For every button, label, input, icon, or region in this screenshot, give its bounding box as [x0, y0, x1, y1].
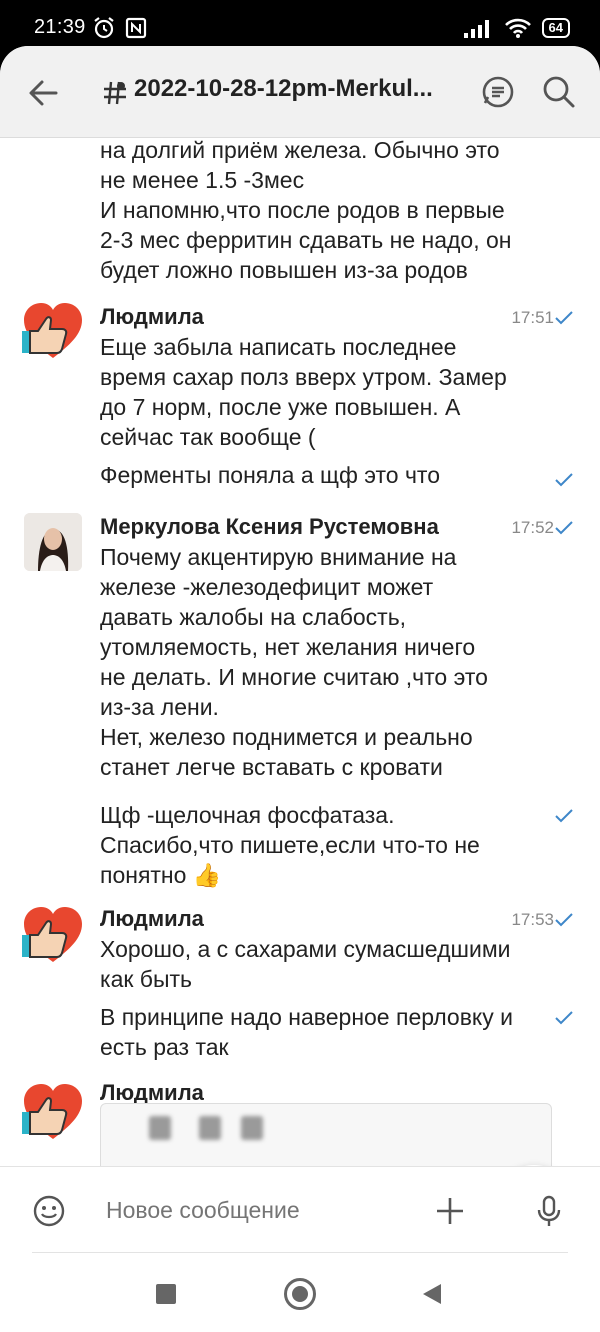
message-time: 17:53: [511, 910, 554, 929]
status-time: 21:39: [34, 16, 86, 38]
back-triangle-icon[interactable]: [420, 1282, 444, 1306]
back-arrow-icon[interactable]: [26, 76, 60, 110]
wifi-icon: [504, 18, 531, 38]
message-composer: [0, 1166, 600, 1256]
user-photo-avatar[interactable]: [24, 513, 82, 571]
android-nav-bar: [0, 1258, 600, 1332]
sent-check-icon: [555, 521, 573, 535]
sent-check-icon: [555, 1011, 573, 1025]
alarm-icon: [94, 17, 114, 39]
heart-thumbs-up-avatar[interactable]: [22, 301, 84, 361]
signal-icon: [463, 20, 489, 38]
sender-name[interactable]: Людмила: [100, 304, 204, 330]
sent-check-icon: [555, 809, 573, 823]
document-icon: [241, 1116, 263, 1140]
chat-screen: 2022-10-28-12pm-Merkul... на долгий приё…: [0, 46, 600, 1332]
blurred-attachment-preview[interactable]: [100, 1103, 552, 1166]
document-icon: [199, 1116, 221, 1140]
sent-check-icon: [555, 473, 573, 487]
home-button[interactable]: [284, 1278, 316, 1310]
channel-hash-icon: [104, 81, 126, 105]
battery-indicator: 64: [541, 18, 570, 38]
home-dot: [292, 1286, 308, 1302]
message-time: 17:51: [511, 308, 554, 327]
add-icon[interactable]: [433, 1194, 467, 1228]
message-text: Почему акцентирую внимание на железе -же…: [100, 544, 488, 780]
message-feed[interactable]: на долгий приём железа. Обычно это не ме…: [0, 138, 600, 1166]
message-text: Ферменты поняла а щф это что: [100, 462, 440, 488]
threads-icon[interactable]: [481, 75, 515, 109]
sent-check-icon: [555, 913, 573, 927]
sender-name[interactable]: Меркулова Ксения Рустемовна: [100, 514, 439, 540]
nfc-icon: [125, 17, 147, 39]
search-icon[interactable]: [542, 75, 576, 109]
message-text: Хорошо, а с сахарами сумасшедшими как бы…: [100, 936, 511, 992]
emoji-icon[interactable]: [32, 1194, 66, 1228]
microphone-icon[interactable]: [532, 1194, 566, 1228]
message-input[interactable]: [106, 1197, 406, 1224]
message-text: В принципе надо наверное перловку и есть…: [100, 1004, 513, 1060]
divider: [32, 1252, 568, 1253]
message-text: на долгий приём железа. Обычно это не ме…: [100, 138, 512, 283]
channel-title[interactable]: 2022-10-28-12pm-Merkul...: [134, 75, 433, 103]
heart-thumbs-up-avatar[interactable]: [22, 905, 84, 965]
sent-check-icon: [555, 311, 573, 325]
document-icon: [149, 1116, 171, 1140]
heart-thumbs-up-avatar[interactable]: [22, 1082, 84, 1142]
sender-name[interactable]: Людмила: [100, 906, 204, 932]
recent-apps-button[interactable]: [156, 1284, 176, 1304]
message-text: Еще забыла написать последнее время саха…: [100, 334, 507, 450]
top-app-bar: 2022-10-28-12pm-Merkul...: [0, 46, 600, 138]
portrait-image: [24, 513, 82, 571]
message-time: 17:52: [511, 518, 554, 537]
message-text: Щф -щелочная фосфатаза. Спасибо,что пише…: [100, 802, 480, 888]
